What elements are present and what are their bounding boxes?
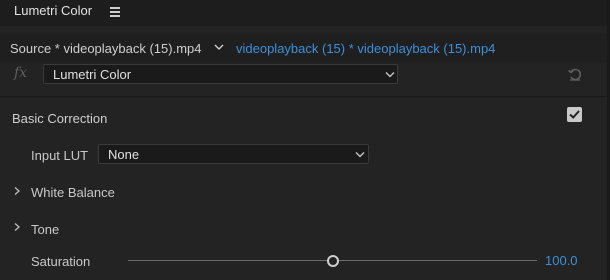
chevron-down-icon	[385, 72, 395, 78]
chevron-right-icon[interactable]	[13, 222, 21, 232]
chevron-right-icon[interactable]	[13, 186, 21, 196]
fx-icon[interactable]: fx	[14, 65, 27, 81]
checkmark-icon	[569, 110, 580, 119]
source-tab[interactable]: Source * videoplayback (15).mp4	[10, 41, 202, 56]
effect-select[interactable]: Lumetri Color	[43, 64, 398, 84]
saturation-slider-thumb[interactable]	[326, 255, 339, 267]
panel-header: Lumetri Color	[0, 0, 610, 26]
saturation-label: Saturation	[31, 254, 91, 269]
chevron-down-icon[interactable]	[214, 43, 224, 51]
panel-menu-icon[interactable]	[110, 7, 120, 17]
reset-icon[interactable]	[567, 66, 583, 82]
white-balance-section[interactable]: White Balance	[31, 185, 115, 200]
tone-section[interactable]: Tone	[31, 222, 59, 237]
input-lut-label: Input LUT	[31, 148, 89, 163]
panel-title: Lumetri Color	[14, 3, 93, 18]
clip-tab[interactable]: videoplayback (15) * videoplayback (15).…	[236, 41, 495, 56]
basic-correction-checkbox[interactable]	[567, 107, 582, 122]
section-divider	[0, 96, 610, 97]
effect-row: fx Lumetri Color	[0, 62, 610, 86]
effect-select-value: Lumetri Color	[53, 67, 132, 82]
input-lut-select[interactable]: None	[98, 144, 369, 164]
input-lut-value: None	[108, 147, 140, 162]
saturation-value[interactable]: 100.0	[545, 253, 578, 268]
chevron-down-icon	[355, 152, 365, 158]
source-bar: Source * videoplayback (15).mp4 videopla…	[0, 34, 610, 62]
basic-correction-header[interactable]: Basic Correction	[12, 111, 107, 126]
lumetri-color-panel: Lumetri Color Source * videoplayback (15…	[0, 0, 610, 280]
